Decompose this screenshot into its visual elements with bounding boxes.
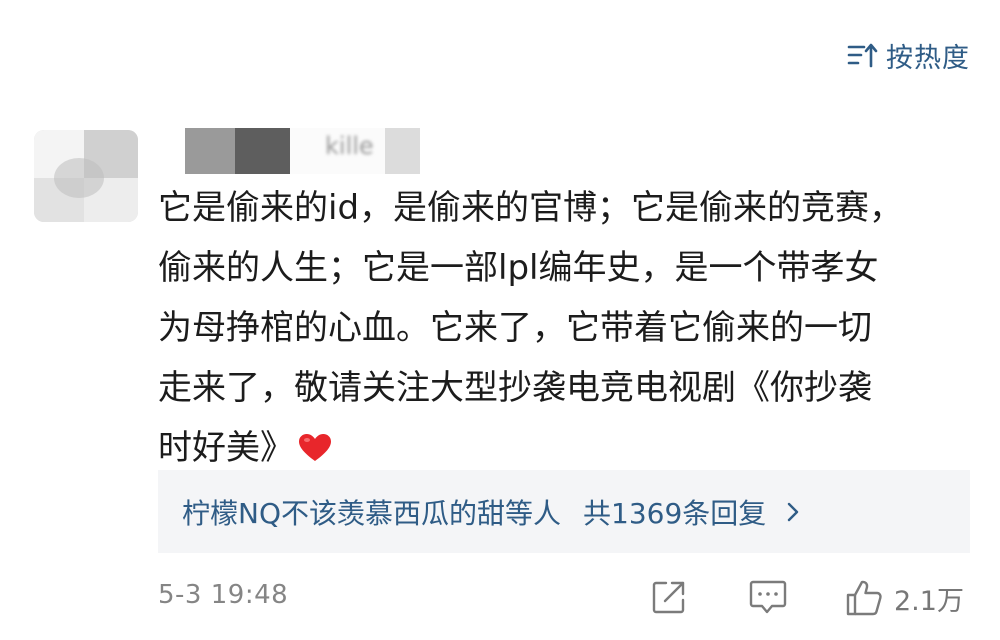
comment-footer: 5-3 19:48 2.1万 xyxy=(158,578,970,620)
comment-icon[interactable] xyxy=(748,578,788,616)
sort-label: 按热度 xyxy=(886,43,970,74)
like-button[interactable]: 2.1万 xyxy=(844,578,964,618)
comment-line-text: 时好美》 xyxy=(158,428,294,468)
comment-line: 为母挣棺的心血。它来了，它带着它偷来的一切 xyxy=(158,308,872,348)
chevron-right-icon xyxy=(788,502,799,521)
comment-body: 它是偷来的id，是偷来的官博；它是偷来的竞赛， 偷来的人生；它是一部lpl编年史… xyxy=(158,178,958,478)
sort-by-popularity-button[interactable]: 按热度 xyxy=(846,36,970,75)
timestamp: 5-3 19:48 xyxy=(158,580,289,610)
like-icon xyxy=(846,580,882,616)
reply-authors: 柠檬NQ不该羡慕西瓜的甜等人 xyxy=(182,496,561,530)
heart-icon xyxy=(299,434,331,461)
comment-line-last: 时好美》 xyxy=(158,418,958,478)
comment-line: 它是偷来的id，是偷来的官博；它是偷来的竞赛， xyxy=(158,188,904,228)
avatar[interactable] xyxy=(34,130,138,222)
username[interactable]: kille xyxy=(185,128,420,174)
comment-line: 偷来的人生；它是一部lpl编年史，是一个带孝女 xyxy=(158,248,879,288)
reply-count: 共1369条回复 xyxy=(583,496,767,530)
comment-screen: 按热度 kille 它是偷来的id，是偷来的官博；它是偷来的竞赛， 偷来的人生；… xyxy=(0,0,1000,640)
sort-icon xyxy=(847,43,878,67)
username-text: kille xyxy=(325,132,374,160)
share-icon[interactable] xyxy=(650,578,688,616)
like-count: 2.1万 xyxy=(894,585,964,617)
replies-preview[interactable]: 柠檬NQ不该羡慕西瓜的甜等人 共1369条回复 xyxy=(158,470,970,553)
comment-line: 走来了，敬请关注大型抄袭电竞电视剧《你抄袭 xyxy=(158,368,872,408)
